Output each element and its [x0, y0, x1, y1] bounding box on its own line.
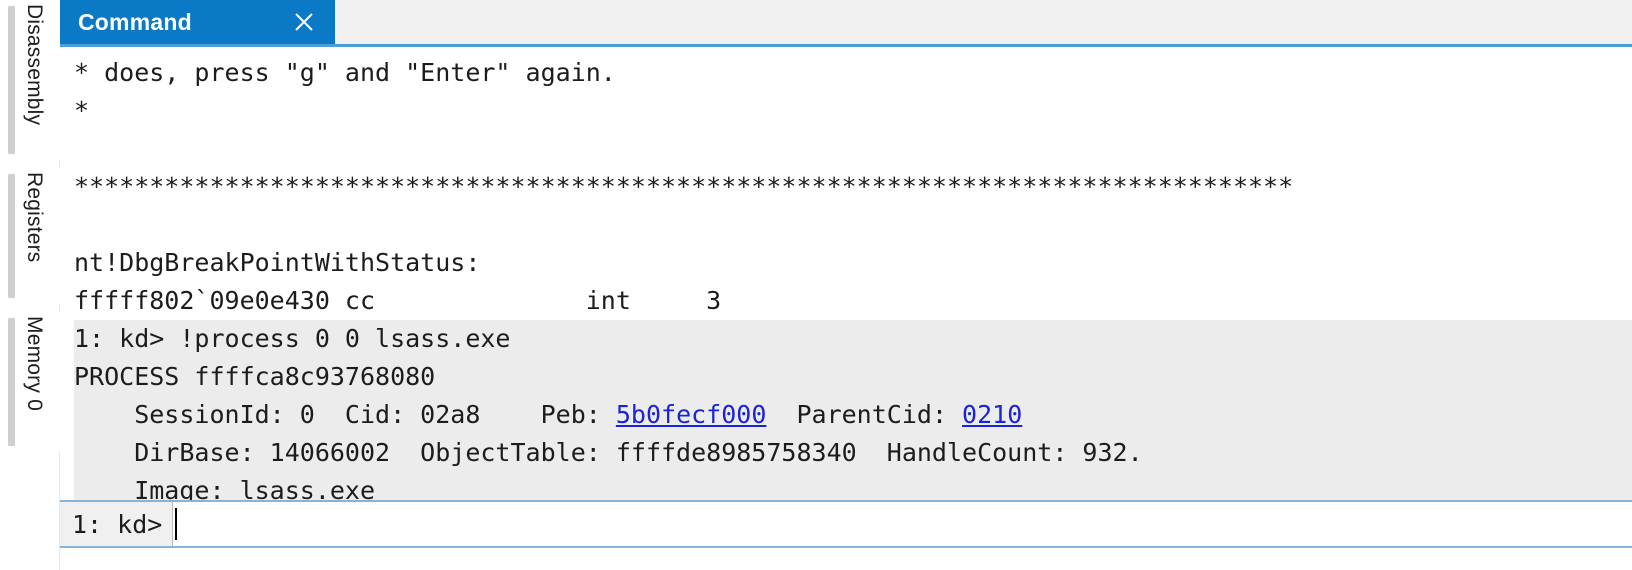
debugger-window: Disassembly Registers Memory 0 Command *…	[0, 0, 1632, 570]
panel-bottom-padding	[60, 560, 1632, 570]
dock-tab-label-disassembly: Disassembly	[23, 4, 46, 126]
console-dirbase-line: DirBase: 14066002 ObjectTable: ffffde898…	[74, 438, 1143, 467]
command-input-bar[interactable]: 1: kd>	[60, 500, 1632, 548]
command-prompt-label: 1: kd>	[60, 502, 174, 546]
dock-tab-memory-0[interactable]: Memory 0	[0, 312, 60, 452]
dock-tab-label-memory-0: Memory 0	[23, 316, 46, 411]
console-command-echo: 1: kd> !process 0 0 lsass.exe	[74, 324, 511, 353]
dock-tab-label-registers: Registers	[23, 172, 46, 263]
tab-command[interactable]: Command	[60, 0, 335, 44]
session-middle-text: ParentCid:	[766, 400, 963, 429]
dock-tab-grip	[8, 318, 15, 446]
console-output[interactable]: * process. If it appears to be hung, and…	[60, 47, 1632, 500]
dock-tab-grip	[8, 174, 15, 298]
dock-tab-registers[interactable]: Registers	[0, 168, 60, 304]
console-line: * does, press "g" and "Enter" again.	[74, 58, 616, 87]
panel-tabstrip: Command	[60, 0, 1632, 44]
session-prefix-text: SessionId: 0 Cid: 02a8 Peb:	[74, 400, 616, 429]
console-line-symbol: nt!DbgBreakPointWithStatus:	[74, 248, 481, 277]
command-input[interactable]	[177, 502, 1632, 546]
console-process-header: PROCESS ffffca8c93768080	[74, 362, 436, 391]
console-image-line: Image: lsass.exe	[74, 476, 376, 500]
tab-command-label: Command	[78, 8, 192, 35]
parentcid-link[interactable]: 0210	[962, 400, 1022, 429]
dock-tab-grip	[8, 6, 15, 154]
console-line: *	[74, 96, 90, 125]
left-dock-rail: Disassembly Registers Memory 0	[0, 0, 60, 570]
peb-address-link[interactable]: 5b0fecf000	[616, 400, 767, 429]
console-session-line: SessionId: 0 Cid: 02a8 Peb: 5b0fecf000 P…	[74, 396, 1632, 434]
console-line-disasm: fffff802`09e0e430 cc int 3	[74, 286, 722, 315]
console-line-separator: ****************************************…	[74, 172, 1294, 201]
dock-tab-disassembly[interactable]: Disassembly	[0, 0, 60, 160]
console-line-clipped: * process. If it appears to be hung, and…	[74, 47, 1632, 53]
console-selection-block[interactable]: 1: kd> !process 0 0 lsass.exe PROCESS ff…	[74, 320, 1632, 500]
tabstrip-empty-area	[335, 0, 1632, 44]
close-icon[interactable]	[287, 5, 321, 39]
command-panel: Command * process. If it appears to be h…	[60, 0, 1632, 570]
